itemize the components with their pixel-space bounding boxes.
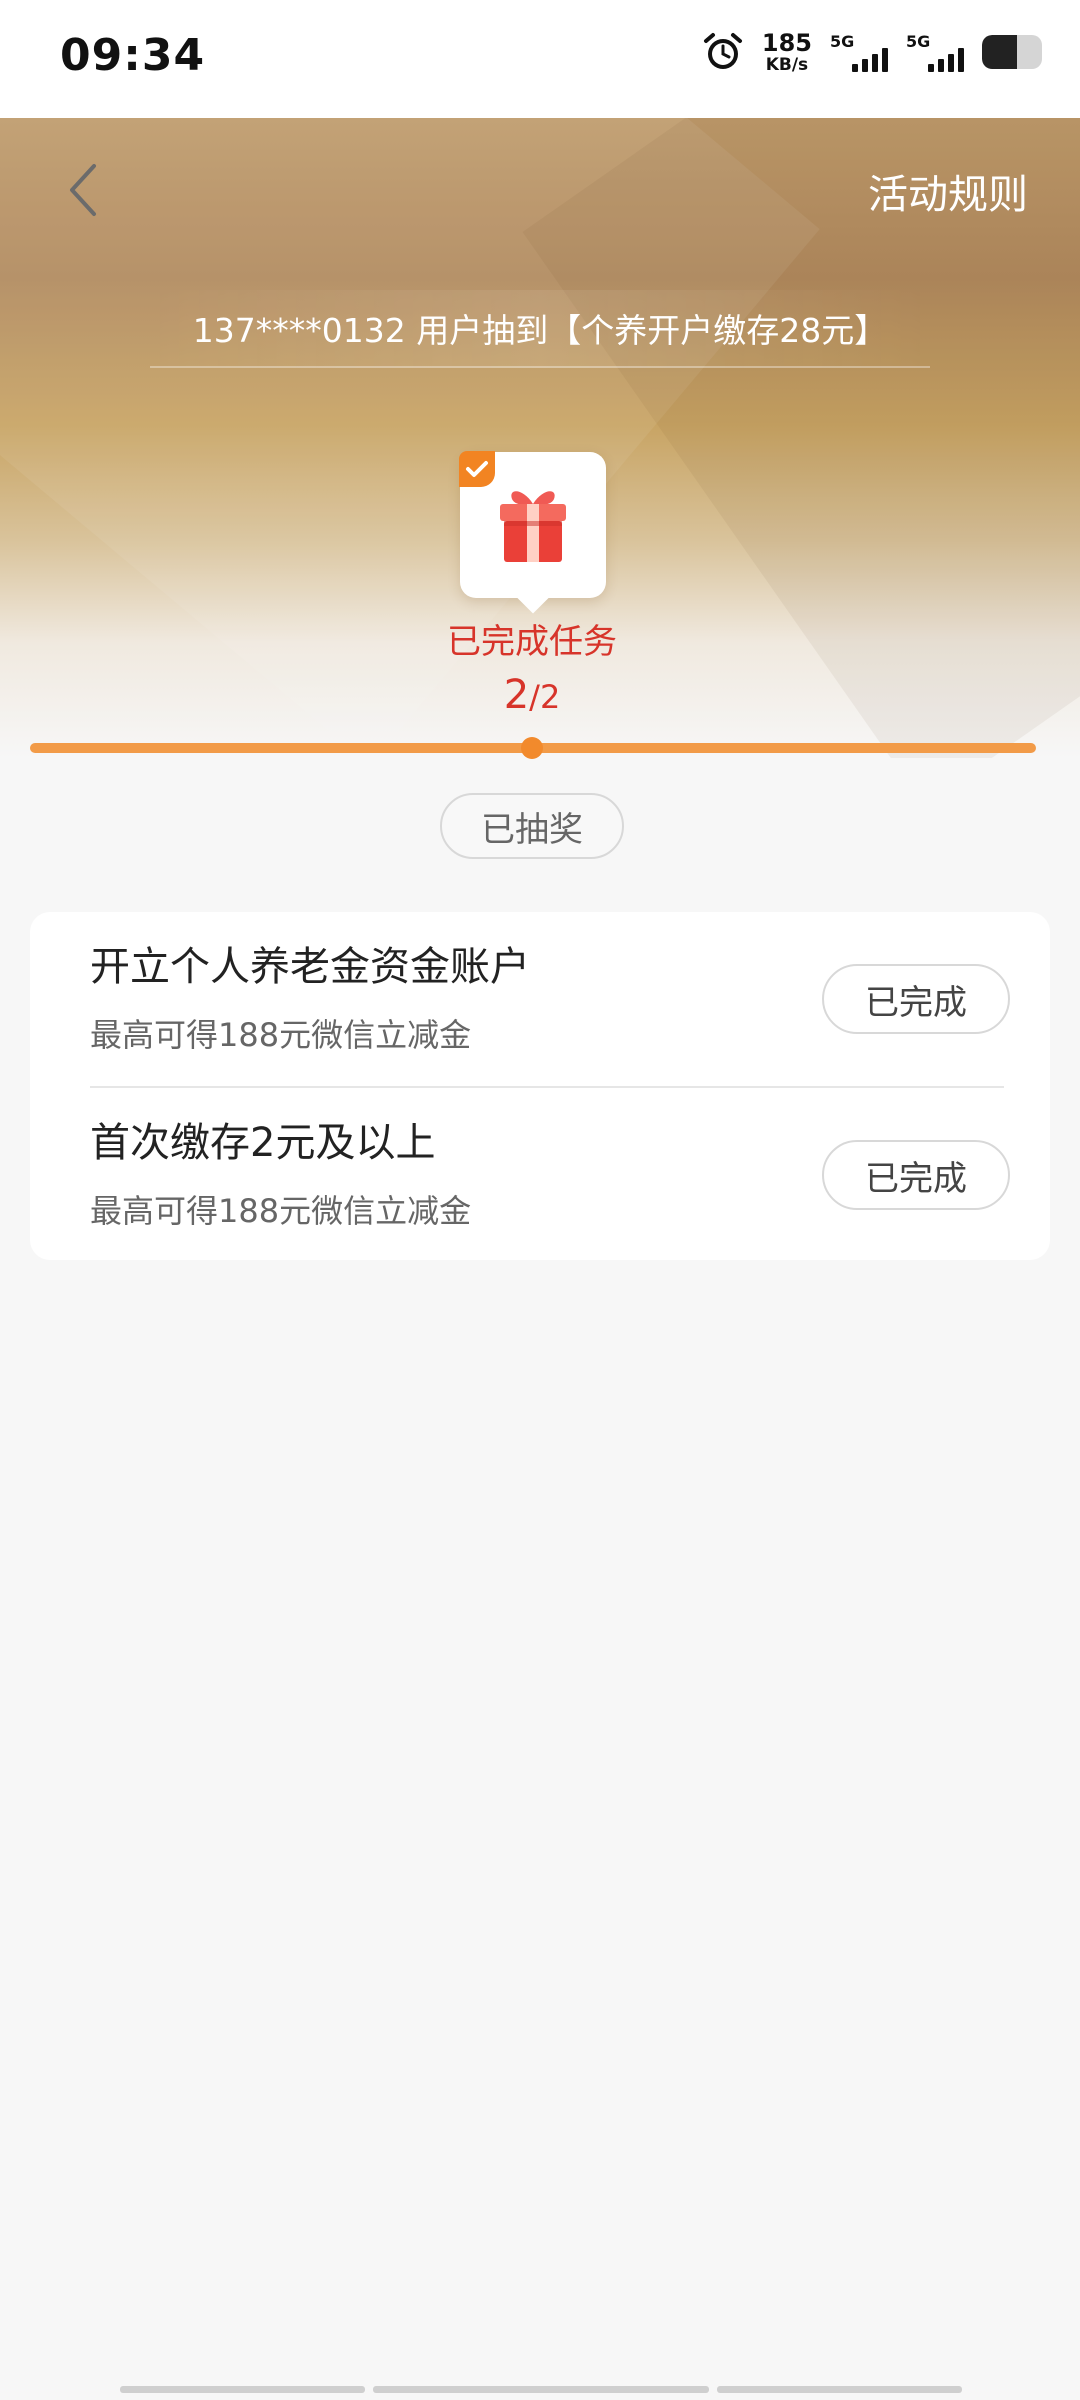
sim1-label: 5G (830, 32, 855, 51)
task-title: 开立个人养老金资金账户 (90, 944, 530, 990)
list-item: 开立个人养老金资金账户 最高可得188元微信立减金 已完成 (90, 912, 1010, 1088)
activity-rules-link[interactable]: 活动规则 (868, 162, 1028, 220)
task-progress-count: 2/2 (0, 672, 1064, 718)
drawn-button[interactable]: 已抽奖 (440, 793, 624, 859)
task-completed-count: 2 (503, 672, 530, 718)
check-icon (459, 451, 495, 487)
gift-icon (500, 491, 566, 562)
network-speed-value: 185 (761, 28, 812, 57)
winner-ticker: 137****0132 用户抽到【个养开户缴存28元】 (150, 290, 930, 368)
network-speed: 185 KB/s (762, 31, 812, 74)
chevron-left-icon (70, 164, 96, 216)
task-subtitle: 最高可得188元微信立减金 (90, 1016, 472, 1054)
network-speed-unit: KB/s (765, 54, 809, 75)
task-status-label: 已完成任务 (447, 622, 617, 662)
task-total-count: /2 (529, 678, 561, 716)
winner-ticker-text: 137****0132 用户抽到【个养开户缴存28元】 (192, 311, 888, 350)
task-list: 开立个人养老金资金账户 最高可得188元微信立减金 已完成 首次缴存2元及以上 … (30, 912, 1050, 1260)
status-bar: 09:34 185 KB/s 5G 5G (0, 0, 1080, 118)
progress-milestone-dot (521, 737, 543, 759)
back-button[interactable] (60, 158, 110, 222)
list-item: 首次缴存2元及以上 最高可得188元微信立减金 已完成 (90, 1088, 1010, 1264)
alarm-icon (703, 33, 742, 69)
clock-time: 09:34 (60, 30, 206, 81)
gift-milestone-card (459, 451, 606, 614)
status-icons: 185 KB/s 5G 5G (702, 28, 1042, 76)
sim2-label: 5G (906, 32, 931, 51)
signal-icon: 5G (830, 28, 888, 76)
task-title: 首次缴存2元及以上 (90, 1120, 436, 1166)
signal-icon: 5G (906, 28, 964, 76)
task-subtitle: 最高可得188元微信立减金 (90, 1192, 472, 1230)
task-completed-button[interactable]: 已完成 (822, 1140, 1010, 1210)
task-completed-button[interactable]: 已完成 (822, 964, 1010, 1034)
navigation-handle[interactable] (120, 2386, 962, 2393)
battery-icon (982, 35, 1042, 69)
